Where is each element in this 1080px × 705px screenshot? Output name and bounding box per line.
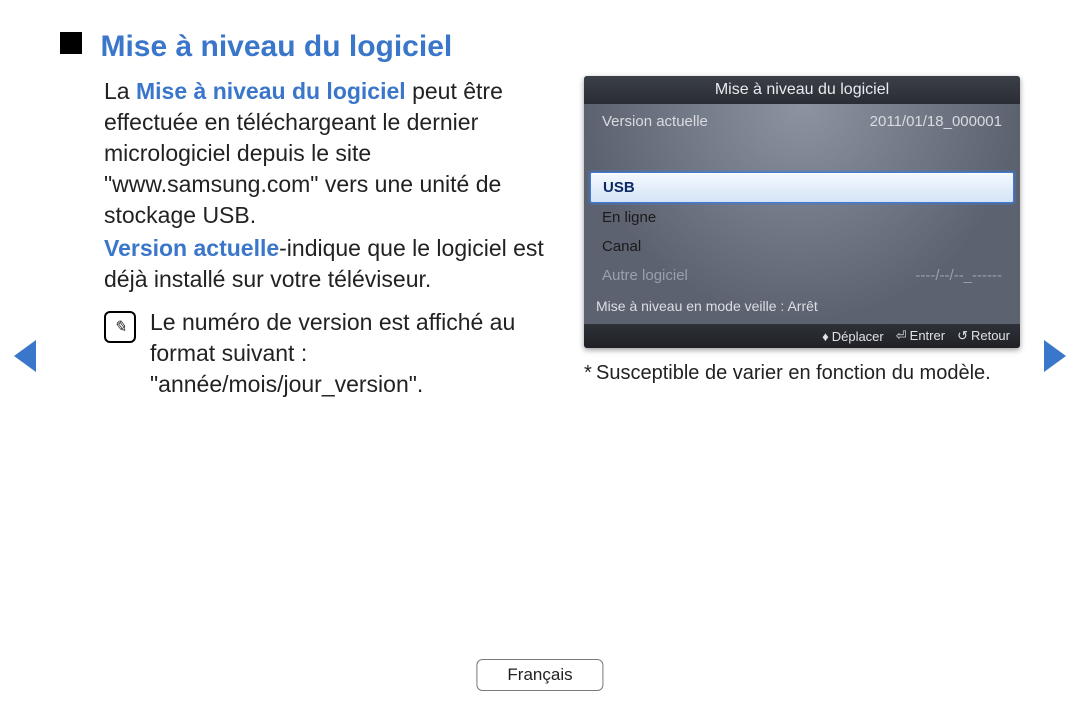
language-indicator[interactable]: Français [476,659,603,691]
note-icon: ✎ [104,311,136,343]
text-segment: La [104,78,136,104]
paragraph-intro: La Mise à niveau du logiciel peut être e… [104,76,562,231]
option-channel[interactable]: Canal [590,232,1014,261]
footer-move: ♦Déplacer [822,329,884,344]
tv-menu-title: Mise à niveau du logiciel [584,76,1020,104]
tv-footer: ♦Déplacer ⏎Entrer ↺Retour [584,324,1020,348]
paragraph-version: Version actuelle-indique que le logiciel… [104,233,562,295]
option-online[interactable]: En ligne [590,203,1014,232]
option-other-software: Autre logiciel ----/--/--_------ [590,261,1014,290]
section-bullet-icon [60,32,82,54]
note-text: Le numéro de version est affiché au form… [150,307,562,400]
nav-prev-button[interactable] [14,340,36,372]
other-software-value: ----/--/--_------ [915,267,1002,284]
description-column: La Mise à niveau du logiciel peut être e… [60,76,562,400]
page-title: Mise à niveau du logiciel [100,30,452,63]
enter-icon: ⏎ [896,328,907,344]
tv-menu-panel: Mise à niveau du logiciel Version actuel… [584,76,1020,348]
text-highlight: Mise à niveau du logiciel [136,78,406,104]
footer-return: ↺Retour [957,328,1010,344]
return-icon: ↺ [957,328,968,344]
other-software-label: Autre logiciel [602,267,688,284]
asterisk-icon: * [584,362,596,385]
version-value: 2011/01/18_000001 [870,113,1002,130]
nav-next-button[interactable] [1044,340,1066,372]
text-highlight: Version actuelle [104,235,279,261]
footer-return-label: Retour [971,328,1010,343]
current-version-row: Version actuelle 2011/01/18_000001 [584,107,1020,136]
version-label: Version actuelle [602,113,708,130]
footer-move-label: Déplacer [832,329,884,344]
option-usb[interactable]: USB [590,172,1014,203]
standby-upgrade-row[interactable]: Mise à niveau en mode veille : Arrêt [584,290,1020,324]
footer-enter-label: Entrer [910,328,945,343]
panel-caption: *Susceptible de varier en fonction du mo… [584,362,1020,385]
caption-text: Susceptible de varier en fonction du mod… [596,362,991,384]
updown-icon: ♦ [822,329,829,344]
footer-enter: ⏎Entrer [896,328,945,344]
